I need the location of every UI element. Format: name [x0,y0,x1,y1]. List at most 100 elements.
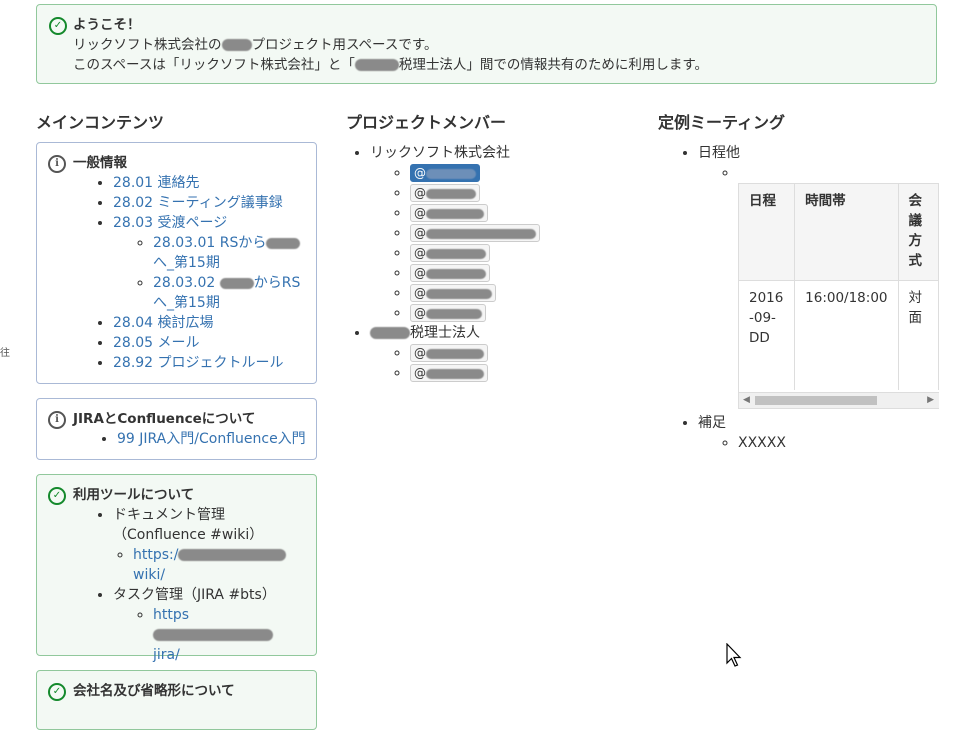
redacted-mark [426,208,484,219]
list-item: リックソフト株式会社 @ @ @ @ @ @ @ @ [370,143,540,323]
handover-sublist: 28.03.01 RSからへ_第15期 28.03.02 からRSへ_第15期 [113,233,308,313]
mention-at: @ [414,166,426,180]
doc-url-list: https:/ wiki/ [113,545,308,585]
list-item: タスク管理（JIRA #bts） https jira/ [113,585,308,665]
link-handover[interactable]: 28.03 受渡ページ [113,215,227,231]
user-mention[interactable]: @ [410,264,490,282]
link-jira-url-start: https [153,607,190,623]
list-item: @ [410,283,540,303]
table-header-row: 日程 時間帯 会議方式 [739,184,939,281]
company-ricksoft: リックソフト株式会社 [370,145,510,161]
list-item: @ [410,183,540,203]
scroll-left-arrow-icon[interactable]: ◀ [743,393,750,408]
jira-confluence-title: JIRAとConfluenceについて [73,411,256,427]
edge-glyph: 往 [0,348,10,359]
mention-at: @ [414,186,426,200]
link-mail[interactable]: 28.05 メール [113,335,200,351]
task-url-list: https jira/ [113,605,308,665]
project-members-section: リックソフト株式会社 @ @ @ @ @ @ @ @ 税理士法人 @ @ [346,143,540,383]
info-icon: i [48,411,66,429]
user-mention[interactable]: @ [410,164,480,182]
main-content-heading: メインコンテンツ [36,113,165,132]
list-item: 税理士法人 @ @ [370,323,540,383]
mention-at: @ [414,206,426,220]
mention-at: @ [414,306,426,320]
list-item: 28.02 ミーティング議事録 [113,193,308,213]
scroll-thumb[interactable] [755,396,877,405]
schedule-table-container: 日程 時間帯 会議方式 2016-09-DD 16:00/18:00 対面 ◀ … [738,183,939,409]
mention-at: @ [414,346,426,360]
list-item: 28.03.02 からRSへ_第15期 [153,273,308,313]
user-mention[interactable]: @ [410,204,488,222]
link-jira-intro[interactable]: 99 JIRA入門/Confluence入門 [117,431,306,447]
list-item: @ [410,363,540,383]
user-mention[interactable]: @ [410,364,488,382]
scroll-right-arrow-icon[interactable]: ▶ [927,393,934,408]
info-icon: i [48,155,66,173]
list-item: @ [410,163,540,183]
table-row: 2016-09-DD 16:00/18:00 対面 [739,280,939,390]
link-handover-rs-out-end: へ_第15期 [153,255,220,271]
cell-time: 16:00/18:00 [794,280,899,390]
jira-confluence-panel: i JIRAとConfluenceについて 99 JIRA入門/Confluen… [36,398,317,460]
link-jira-url-end: jira/ [153,647,180,663]
list-item: https jira/ [153,605,308,665]
link-meeting-minutes[interactable]: 28.02 ミーティング議事録 [113,195,283,211]
redacted-mark [266,237,301,249]
company-names-title: 会社名及び省略形について [73,683,235,699]
supplement-label: 補足 [698,415,726,431]
user-mention[interactable]: @ [410,284,496,302]
redacted-mark [426,308,482,319]
check-circle-icon: ✓ [48,487,66,505]
list-item: https:/ wiki/ [133,545,308,585]
list-item: 28.04 検討広場 [113,313,308,333]
list-item: ドキュメント管理（Confluence #wiki） https:/ wiki/ [113,505,308,585]
link-jira-url[interactable]: https jira/ [153,607,273,663]
mention-at: @ [414,366,426,380]
user-mention[interactable]: @ [410,184,480,202]
supplement-item: XXXXX [738,435,786,451]
list-item: 28.92 プロジェクトルール [113,353,308,373]
link-discussion[interactable]: 28.04 検討広場 [113,315,214,331]
link-handover-rs-out[interactable]: 28.03.01 RSから へ_第15期 [153,235,301,271]
link-wiki-url-start: https:/ [133,547,179,563]
link-project-rules[interactable]: 28.92 プロジェクトルール [113,355,284,371]
horizontal-scrollbar[interactable]: ◀ ▶ [739,392,939,408]
link-handover-rs-in[interactable]: 28.03.02 からRSへ_第15期 [153,275,300,311]
link-wiki-url-end: wiki/ [133,567,166,583]
list-item: @ [410,203,540,223]
redacted-mark [426,168,476,179]
user-mention[interactable]: @ [410,344,488,362]
general-info-list: 28.01 連絡先 28.02 ミーティング議事録 28.03 受渡ページ 28… [73,173,308,373]
redacted-mark [153,629,273,641]
column-header-time: 時間帯 [794,184,899,281]
company-tax-firm: 税理士法人 [410,325,480,341]
redacted-mark [426,268,486,279]
welcome-line-2: このスペースは「リックソフト株式会社」と「 税理士法人」間での情報共有のために利用… [73,55,924,75]
tools-panel: ✓ 利用ツールについて ドキュメント管理（Confluence #wiki） h… [36,474,317,663]
welcome-line-1: リックソフト株式会社の プロジェクト用スペースです。 [73,35,924,55]
doc-management-label: ドキュメント管理（Confluence #wiki） [113,507,264,543]
welcome-title: ようこそ！ [73,17,141,33]
list-item [738,163,948,183]
user-mention[interactable]: @ [410,244,490,262]
user-mention[interactable]: @ [410,304,486,322]
tax-firm-members: @ @ [370,343,540,383]
schedule-table: 日程 時間帯 会議方式 2016-09-DD 16:00/18:00 対面 [739,184,939,390]
list-item: 99 JIRA入門/Confluence入門 [117,429,308,449]
welcome-line-2-start: このスペースは「リックソフト株式会社」と「 [73,57,355,73]
mention-at: @ [414,246,426,260]
link-handover-rs-in-start: 28.03.02 [153,275,220,291]
user-mention[interactable]: @ [410,224,540,242]
redacted-mark [426,228,536,239]
ricksoft-members: @ @ @ @ @ @ @ @ [370,163,540,323]
redacted-mark [178,549,287,561]
link-wiki-url[interactable]: https:/ wiki/ [133,547,287,583]
link-contacts[interactable]: 28.01 連絡先 [113,175,200,191]
redacted-mark [219,277,254,289]
welcome-line-1-end: プロジェクト用スペースです。 [251,37,438,53]
link-handover-rs-out-start: 28.03.01 RSから [153,235,267,251]
company-names-panel: ✓ 会社名及び省略形について [36,670,317,730]
redacted-mark [426,248,486,259]
list-item: 補足 XXXXX [698,413,948,453]
